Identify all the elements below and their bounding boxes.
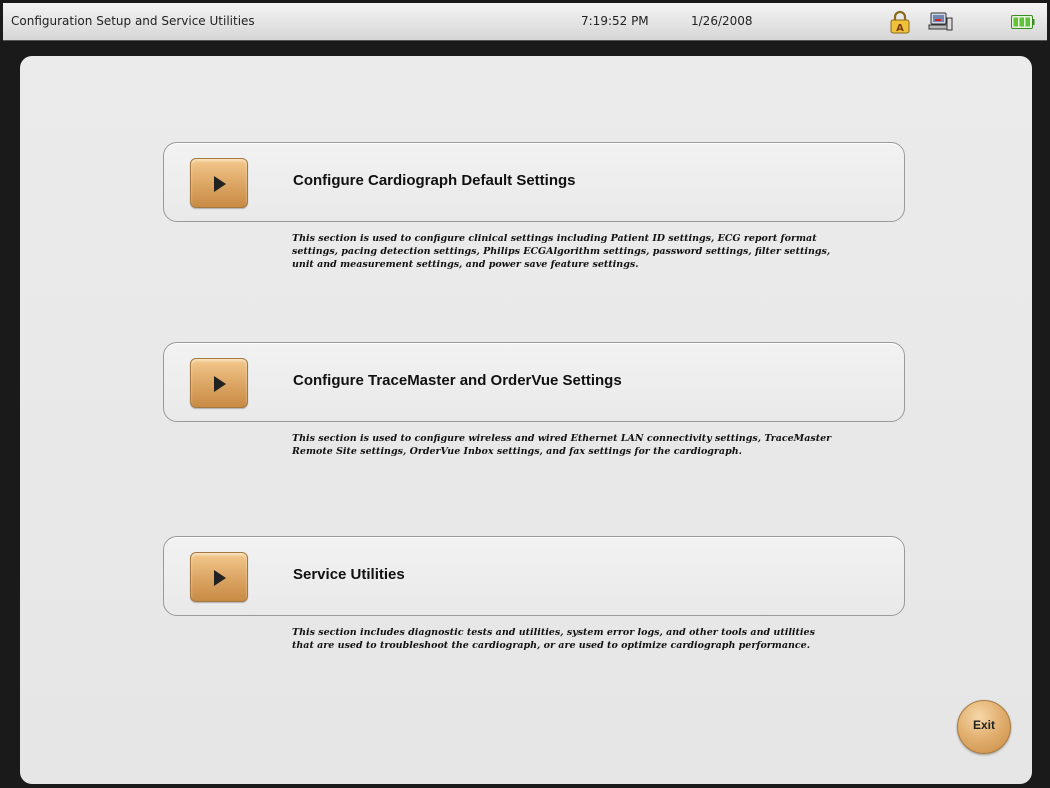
play-arrow-icon — [214, 376, 226, 392]
window-title: Configuration Setup and Service Utilitie… — [11, 14, 255, 28]
exit-label: Exit — [972, 718, 995, 732]
main-panel: Configure Cardiograph Default Settings T… — [20, 56, 1032, 784]
service-utilities-button[interactable]: Service Utilities — [163, 536, 905, 616]
exit-button[interactable]: Exit — [957, 700, 1011, 754]
svg-text:A: A — [896, 23, 904, 34]
arrow-button[interactable] — [190, 158, 248, 208]
title-bar: Configuration Setup and Service Utilitie… — [3, 3, 1047, 41]
network-icon[interactable] — [927, 10, 953, 34]
battery-icon — [1011, 15, 1035, 29]
option-description: This section is used to configure wirele… — [292, 433, 832, 457]
option-description: This section is used to configure clinic… — [292, 233, 831, 270]
play-arrow-icon — [214, 570, 226, 586]
clock-time: 7:19:52 PM — [581, 14, 649, 28]
option-label: Configure TraceMaster and OrderVue Setti… — [293, 372, 622, 389]
option-label: Service Utilities — [293, 566, 405, 583]
app-window: Configuration Setup and Service Utilitie… — [0, 0, 1050, 788]
lock-icon[interactable]: A — [887, 10, 913, 34]
play-arrow-icon — [214, 176, 226, 192]
arrow-button[interactable] — [190, 358, 248, 408]
option-label: Configure Cardiograph Default Settings — [293, 172, 576, 189]
option-description: This section includes diagnostic tests a… — [292, 627, 815, 651]
configure-cardiograph-defaults-button[interactable]: Configure Cardiograph Default Settings — [163, 142, 905, 222]
arrow-button[interactable] — [190, 552, 248, 602]
configure-tracemaster-ordervue-button[interactable]: Configure TraceMaster and OrderVue Setti… — [163, 342, 905, 422]
clock-date: 1/26/2008 — [691, 14, 753, 28]
